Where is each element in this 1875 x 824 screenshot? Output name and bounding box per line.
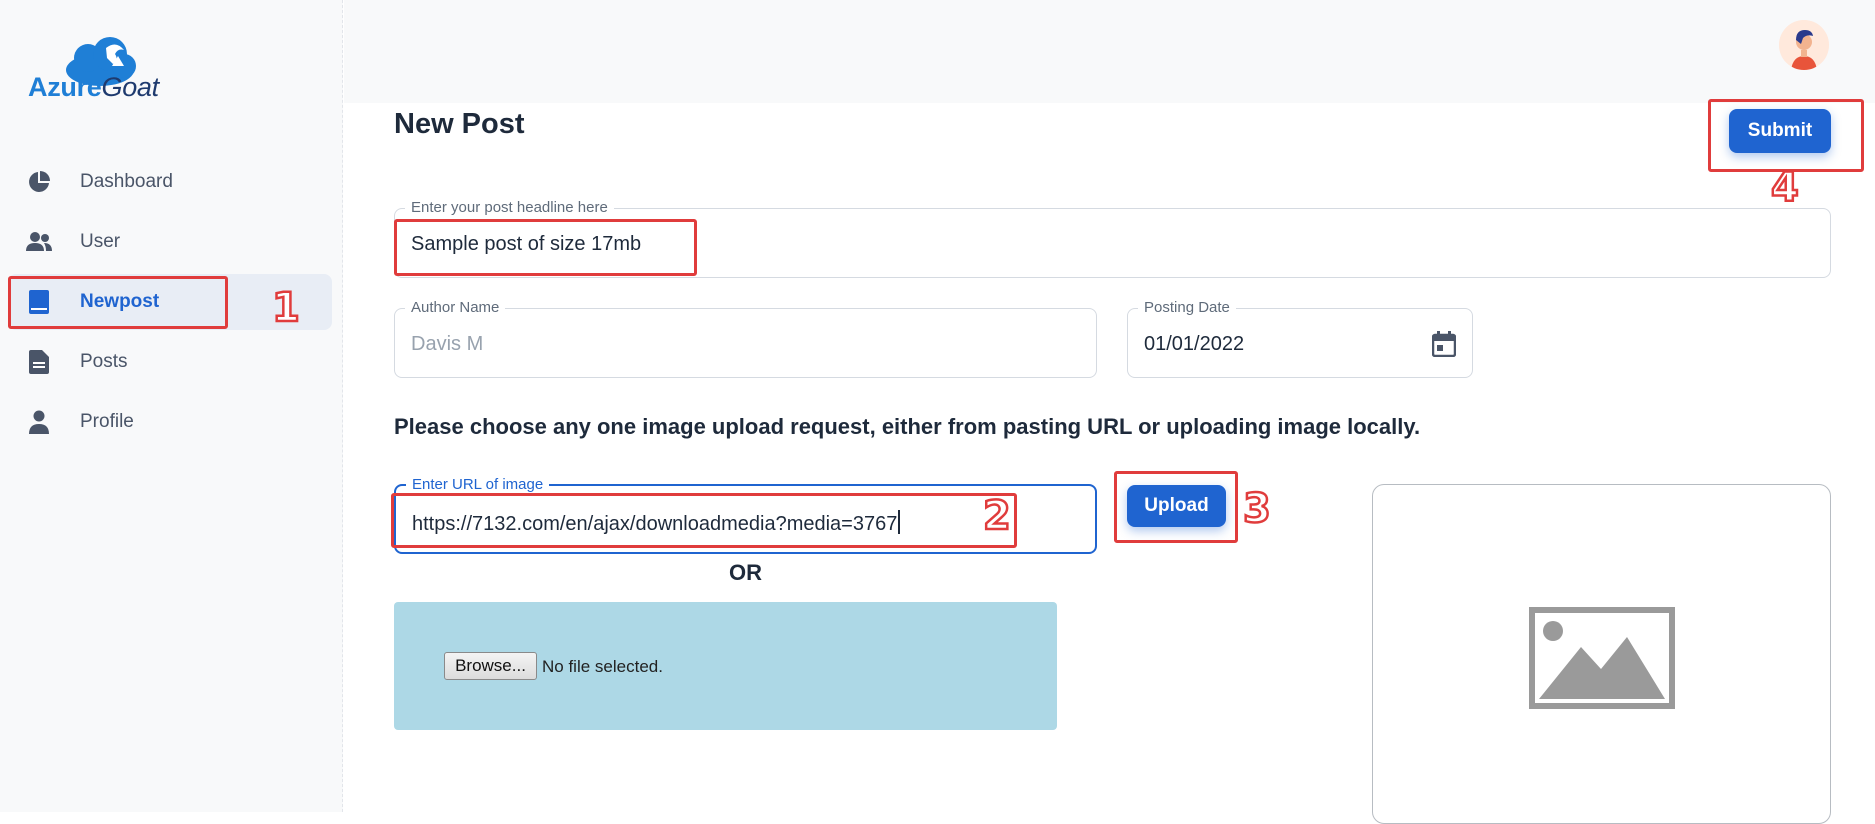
posting-date-field[interactable]: Posting Date 01/01/2022 bbox=[1127, 300, 1473, 378]
image-placeholder-icon bbox=[1529, 607, 1675, 709]
app-logo-text: AzureGoat bbox=[28, 72, 159, 102]
annotation-number-3: 3 bbox=[1242, 486, 1272, 532]
sidebar-item-dashboard[interactable]: Dashboard bbox=[8, 154, 332, 210]
sidebar-item-label: Newpost bbox=[80, 291, 160, 312]
upload-instructions: Please choose any one image upload reque… bbox=[394, 414, 1421, 439]
top-bar bbox=[344, 0, 1875, 103]
headline-label: Enter your post headline here bbox=[405, 200, 614, 216]
sidebar-item-label: Posts bbox=[80, 351, 128, 372]
annotation-number-2: 2 bbox=[982, 493, 1012, 539]
file-status: No file selected. bbox=[542, 657, 663, 676]
sidebar-item-label: Profile bbox=[80, 411, 134, 432]
sidebar-item-label: Dashboard bbox=[80, 171, 173, 192]
users-icon bbox=[26, 229, 52, 255]
sidebar-item-posts[interactable]: Posts bbox=[8, 334, 332, 390]
annotation-number-1: 1 bbox=[271, 285, 301, 331]
file-upload-zone[interactable]: Browse... No file selected. bbox=[394, 602, 1057, 730]
document-icon bbox=[26, 349, 52, 375]
sidebar-item-profile[interactable]: Profile bbox=[8, 394, 332, 450]
image-preview bbox=[1372, 484, 1831, 824]
browse-button[interactable]: Browse... bbox=[444, 652, 537, 680]
sidebar-item-user[interactable]: User bbox=[8, 214, 332, 270]
page-title: New Post bbox=[394, 108, 525, 140]
posting-date-input[interactable]: 01/01/2022 bbox=[1144, 333, 1244, 356]
author-label: Author Name bbox=[405, 300, 506, 316]
image-url-label: Enter URL of image bbox=[406, 477, 550, 493]
pie-chart-icon bbox=[26, 169, 52, 195]
user-avatar-icon[interactable] bbox=[1779, 20, 1829, 70]
person-icon bbox=[26, 409, 52, 435]
submit-button[interactable]: Submit bbox=[1729, 109, 1831, 153]
book-icon bbox=[26, 289, 52, 315]
sidebar-item-label: User bbox=[80, 231, 121, 252]
upload-button[interactable]: Upload bbox=[1127, 485, 1226, 527]
author-field[interactable]: Author Name Davis M bbox=[394, 300, 1097, 378]
sidebar: AzureGoat Dashboard User Newpost Posts P… bbox=[0, 0, 343, 812]
or-separator: OR bbox=[729, 560, 762, 585]
headline-field[interactable]: Enter your post headline here Sample pos… bbox=[394, 200, 1831, 278]
posting-date-label: Posting Date bbox=[1138, 300, 1236, 316]
image-url-input[interactable]: https://7132.com/en/ajax/downloadmedia?m… bbox=[412, 510, 900, 536]
author-input[interactable]: Davis M bbox=[411, 333, 483, 356]
annotation-number-4: 4 bbox=[1770, 165, 1800, 211]
headline-input[interactable]: Sample post of size 17mb bbox=[411, 233, 641, 256]
calendar-icon[interactable] bbox=[1432, 331, 1456, 357]
